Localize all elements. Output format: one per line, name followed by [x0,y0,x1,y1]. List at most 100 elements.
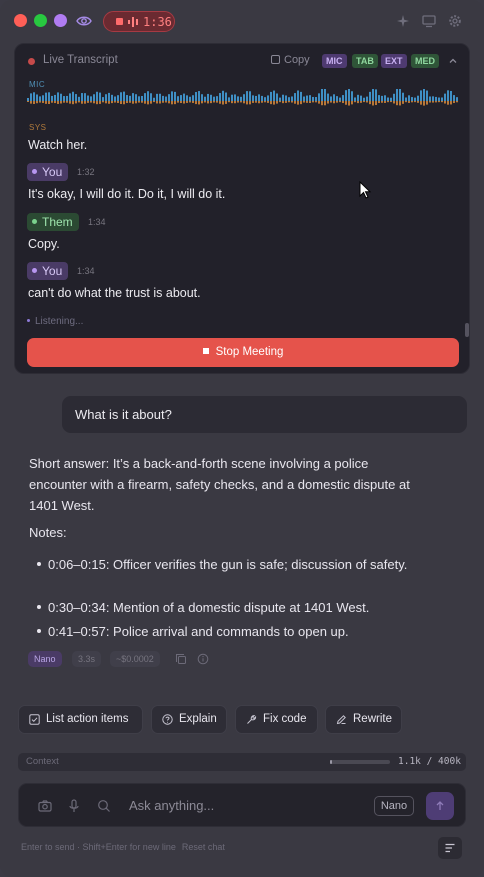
fix-code-button[interactable]: Fix code [235,705,318,734]
user-message: What is it about? [62,396,467,433]
waveform-bar [258,101,260,104]
gear-icon[interactable] [447,13,463,29]
close-window-button[interactable] [14,14,27,27]
chat-input[interactable] [129,795,369,815]
waveform-bar [327,101,329,104]
context-progress-fill [330,760,332,764]
waveform-bar [372,89,374,101]
waveform-bar [348,101,350,106]
waveform-bar [390,101,392,103]
waveform-bar [312,101,314,103]
recording-indicator[interactable]: 1:36 [103,11,175,32]
stop-meeting-button[interactable]: Stop Meeting [27,338,459,367]
waveform-bar [435,96,437,101]
waveform-bar [108,92,110,101]
waveform-bar [261,95,263,101]
waveform-bar [174,91,176,101]
waveform-bar [402,101,404,104]
waveform-bar [399,101,401,106]
waveform-bar [87,95,89,101]
camera-icon[interactable] [37,798,53,814]
waveform-bar [240,96,242,101]
waveform-bar [384,101,386,103]
waveform-bar [297,90,299,101]
waveform-bar [375,101,377,106]
chevron-up-icon[interactable] [447,55,459,67]
waveform-bar [252,95,254,101]
waveform-bar [294,101,296,104]
line-timestamp: 1:34 [88,217,106,227]
tag-med[interactable]: MED [411,54,439,68]
sparkle-icon[interactable] [395,13,411,29]
waveform-bar [69,93,71,101]
rewrite-button[interactable]: Rewrite [325,705,402,734]
waveform-bar [243,101,245,104]
monitor-icon[interactable] [421,13,437,29]
waveform-bar [324,89,326,101]
waveform-bar [456,97,458,101]
transcript-toggle-button[interactable] [438,837,462,859]
waveform-bar [135,101,137,104]
copy-icon[interactable] [175,653,187,665]
text-lines-icon [445,843,455,853]
waveform-bar [288,101,290,103]
transcript-scrollbar[interactable] [465,323,469,337]
waveform-bar [306,101,308,103]
waveform-bar [351,91,353,101]
microphone-icon[interactable] [66,798,82,814]
listening-status: Listening... [27,316,83,327]
waveform-bar [189,96,191,101]
minimize-window-button[interactable] [54,14,67,27]
waveform-bar [198,101,200,105]
waveform-bar [123,101,125,105]
waveform-bar [369,101,371,105]
eye-icon[interactable] [76,13,92,29]
send-button[interactable] [426,792,454,820]
waveform-bar [180,101,182,104]
info-icon[interactable] [197,653,209,665]
waveform-bar [63,101,65,103]
waveform-bar [45,92,47,101]
waveform-bar [135,94,137,101]
waveform-bar [60,93,62,101]
speaker-badge-you: You [27,262,69,280]
reset-chat-link[interactable]: Reset chat [182,842,225,852]
search-icon[interactable] [96,798,112,814]
waveform-bar [303,96,305,101]
line-timestamp: 1:34 [77,266,95,276]
waveform-bar [171,91,173,101]
waveform-bar [114,96,116,101]
waveform-bar [171,101,173,105]
stop-icon [202,348,209,354]
waveform-bar [48,92,50,101]
tag-tab[interactable]: TAB [352,54,378,68]
waveform-bar [231,94,233,101]
waveform-bar [399,89,401,101]
explain-button[interactable]: Explain [151,705,227,734]
waveform-bar [291,96,293,101]
waveform-bar [273,90,275,101]
waveform-bar [117,101,119,103]
list-action-items-button[interactable]: List action items [18,705,143,734]
waveform-bar [243,94,245,101]
maximize-window-button[interactable] [34,14,47,27]
waveform-bar [75,101,77,104]
waveform-bar [381,101,383,103]
model-select-button[interactable]: Nano [374,796,414,816]
waveform-bar [411,97,413,101]
waveform-bar [429,96,431,101]
duration-badge: 3.3s [72,651,102,667]
tag-ext[interactable]: EXT [381,54,407,68]
waveform-bar [318,93,320,101]
audio-bars-icon [128,17,138,27]
waveform-bar [57,92,59,101]
copy-button[interactable]: Copy [271,54,310,66]
tag-mic[interactable]: MIC [322,54,347,68]
waveform-bar [111,101,113,104]
waveform-bar [378,101,380,104]
waveform-bar [93,101,95,104]
waveform-bar [45,101,47,104]
waveform-bar [228,97,230,101]
waveform-bar [288,97,290,101]
waveform-bar [258,94,260,101]
